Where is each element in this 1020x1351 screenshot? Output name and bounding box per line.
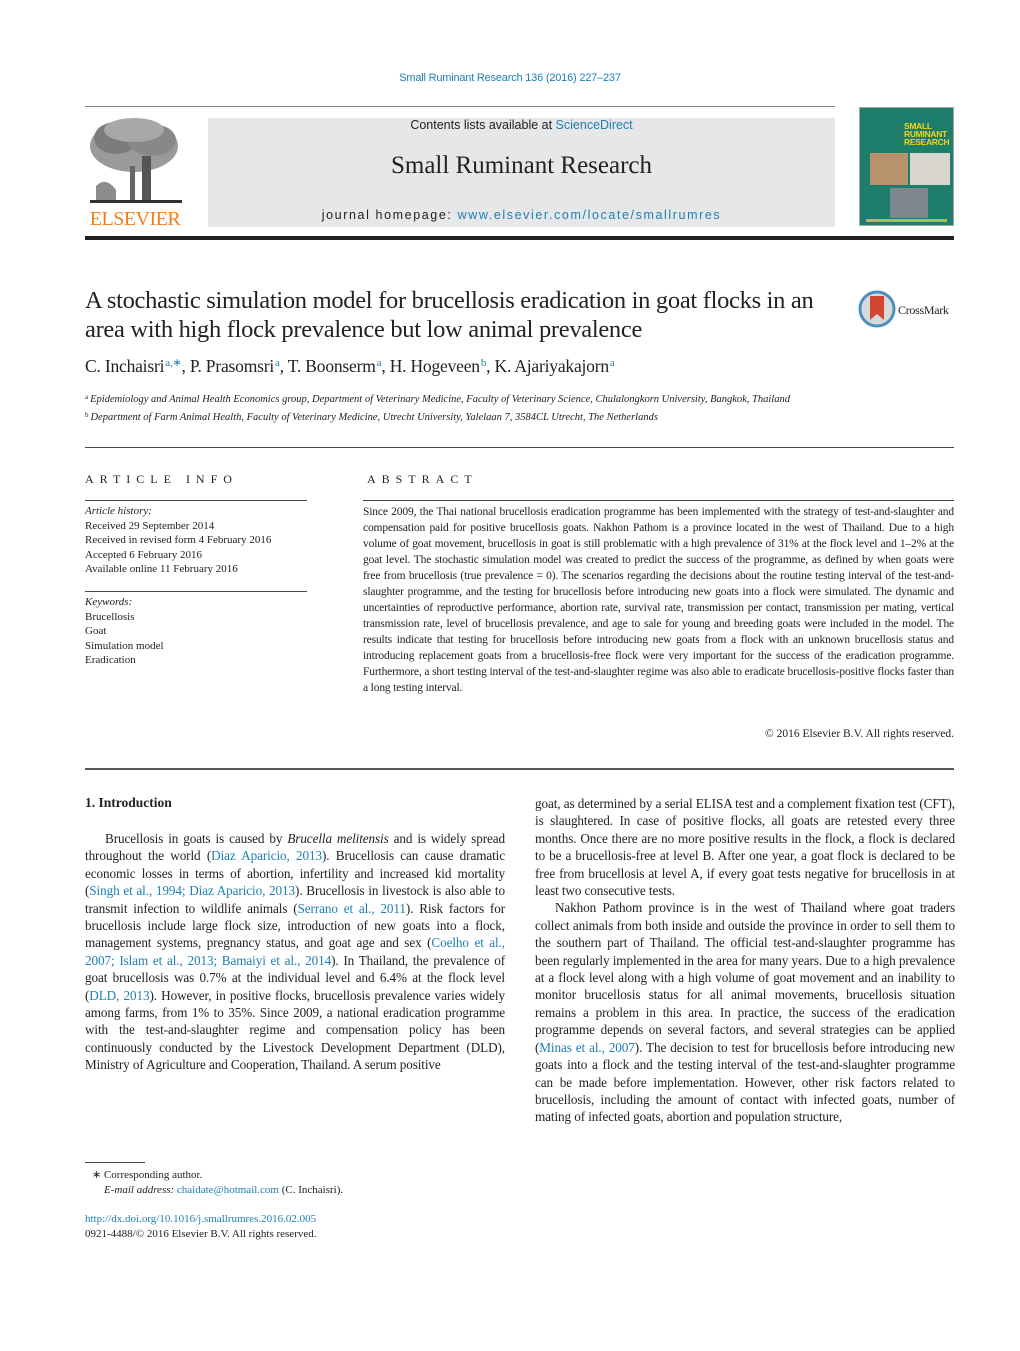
intro-paragraph-2: Nakhon Pathom province is in the west of… — [535, 899, 955, 1125]
cover-animals-photo — [890, 188, 928, 218]
species-name: Brucella melitensis — [287, 831, 389, 846]
journal-homepage-link[interactable]: www.elsevier.com/locate/smallrumres — [458, 208, 722, 222]
author-name: T. Boonserm — [287, 356, 376, 376]
body-rule — [85, 768, 954, 770]
body-text: Brucellosis in goats is caused by — [105, 831, 288, 846]
email-suffix: (C. Inchaisri). — [279, 1183, 344, 1196]
author-affiliation-mark[interactable]: a,∗ — [165, 357, 181, 369]
sciencedirect-link[interactable]: ScienceDirect — [556, 118, 633, 132]
affiliation-mark: b — [85, 410, 89, 419]
corresponding-author-label: ∗ Corresponding author. — [92, 1169, 203, 1181]
title-block-rule — [85, 447, 954, 448]
article-title: A stochastic simulation model for brucel… — [85, 287, 814, 343]
cover-footer-strip — [866, 219, 947, 222]
email-link[interactable]: chaidate@hotmail.com — [177, 1184, 279, 1196]
elsevier-tree-icon — [86, 116, 184, 208]
keywords: Keywords: Brucellosis Goat Simulation mo… — [85, 595, 315, 668]
history-item: Received in revised form 4 February 2016 — [85, 534, 272, 546]
crossmark-badge[interactable]: CrossMark — [858, 290, 958, 330]
article-history: Article history: Received 29 September 2… — [85, 504, 315, 577]
author-name: C. Inchaisri — [85, 356, 165, 376]
history-item: Available online 11 February 2016 — [85, 563, 238, 575]
affiliations: a Epidemiology and Animal Health Economic… — [85, 390, 845, 425]
intro-paragraph-1-continued: goat, as determined by a serial ELISA te… — [535, 796, 955, 899]
keyword-item: Simulation model — [85, 639, 164, 652]
author-name: H. Hogeveen — [389, 356, 480, 376]
crossmark-label: CrossMark — [898, 303, 949, 317]
author[interactable]: P. Prasomsria — [190, 356, 280, 376]
journal-citation-link[interactable]: Small Ruminant Research 136 (2016) 227–2… — [0, 72, 1020, 84]
affiliation-item: a Epidemiology and Animal Health Economic… — [85, 390, 845, 408]
issn-copyright: 0921-4488/© 2016 Elsevier B.V. All right… — [85, 1227, 317, 1240]
article-history-label: Article history: — [85, 505, 152, 517]
article-info-rule — [85, 500, 307, 501]
journal-homepage-line: journal homepage: www.elsevier.com/locat… — [208, 208, 835, 222]
affiliation-item: b Department of Farm Animal Health, Facul… — [85, 408, 845, 426]
doi-block: http://dx.doi.org/10.1016/j.smallrumres.… — [85, 1212, 317, 1241]
doi-link[interactable]: http://dx.doi.org/10.1016/j.smallrumres.… — [85, 1212, 317, 1227]
author-name: P. Prasomsri — [189, 356, 275, 376]
article-info-heading: ARTICLE INFO — [85, 472, 238, 486]
abstract-rule — [363, 500, 954, 501]
cover-goat-photo — [870, 153, 908, 185]
abstract-heading: ABSTRACT — [367, 472, 478, 486]
elsevier-logo[interactable]: ELSEVIER — [84, 116, 186, 230]
cover-sheep-photo — [910, 153, 950, 185]
citation-link[interactable]: Singh et al., 1994; Diaz Aparicio, 2013 — [89, 883, 295, 898]
contents-prefix: Contents lists available at — [410, 118, 556, 132]
intro-paragraph-1: Brucellosis in goats is caused by Brucel… — [85, 830, 505, 1074]
affiliation-text: Epidemiology and Animal Health Economics… — [90, 394, 790, 405]
journal-cover-thumbnail[interactable]: SMALL RUMINANT RESEARCH — [859, 107, 954, 226]
footnote-rule — [85, 1162, 145, 1163]
elsevier-wordmark: ELSEVIER — [89, 208, 181, 230]
abstract-copyright: © 2016 Elsevier B.V. All rights reserved… — [765, 728, 954, 740]
header-thick-rule — [85, 236, 954, 240]
keywords-rule — [85, 591, 307, 592]
email-line: E-mail address: chaidate@hotmail.com (C.… — [92, 1183, 343, 1198]
body-text: Nakhon Pathom province is in the west of… — [535, 900, 955, 1055]
citation-link[interactable]: Diaz Aparicio, 2013 — [211, 848, 322, 863]
author[interactable]: H. Hogeveenb — [389, 356, 487, 376]
author-affiliation-mark[interactable]: a — [275, 357, 280, 369]
history-item: Received 29 September 2014 — [85, 519, 215, 532]
author[interactable]: T. Boonserma — [288, 356, 382, 376]
author-affiliation-mark[interactable]: a — [377, 357, 382, 369]
homepage-prefix: journal homepage: — [321, 208, 458, 222]
corresponding-author-footnote: ∗ Corresponding author. E-mail address: … — [92, 1168, 343, 1197]
author-list: C. Inchaisria,∗, P. Prasomsria, T. Boons… — [85, 356, 615, 376]
citation-link[interactable]: Serrano et al., 2011 — [298, 901, 406, 916]
email-label: E-mail address: — [104, 1183, 177, 1196]
header-rule — [85, 106, 835, 107]
citation-link[interactable]: Minas et al., 2007 — [539, 1040, 635, 1055]
body-left-column: Brucellosis in goats is caused by Brucel… — [85, 830, 505, 1074]
journal-banner: Contents lists available at ScienceDirec… — [208, 118, 835, 227]
author[interactable]: C. Inchaisria,∗ — [85, 356, 182, 376]
body-right-column: goat, as determined by a serial ELISA te… — [535, 795, 955, 1126]
cover-title: SMALL RUMINANT RESEARCH — [904, 122, 950, 147]
author-affiliation-mark[interactable]: a — [610, 357, 615, 369]
contents-available-line: Contents lists available at ScienceDirec… — [208, 118, 835, 132]
citation-link[interactable]: DLD, 2013 — [89, 988, 149, 1003]
keyword-item: Goat — [85, 625, 107, 637]
keyword-item: Brucellosis — [85, 610, 135, 623]
cover-title-line: RESEARCH — [904, 137, 950, 147]
history-item: Accepted 6 February 2016 — [85, 548, 202, 561]
keywords-label: Keywords: — [85, 596, 133, 608]
crossmark-icon — [858, 290, 896, 328]
affiliation-mark: a — [85, 393, 89, 401]
journal-name: Small Ruminant Research — [390, 152, 653, 179]
abstract-text: Since 2009, the Thai national brucellosi… — [363, 506, 954, 694]
affiliation-text: Department of Farm Animal Health, Facult… — [90, 411, 658, 423]
section-heading-introduction: 1. Introduction — [85, 795, 172, 810]
author-name: K. Ajariyakajorn — [494, 356, 610, 376]
keyword-item: Eradication — [85, 654, 136, 666]
author[interactable]: K. Ajariyakajorna — [495, 356, 615, 376]
author-affiliation-mark[interactable]: b — [481, 357, 487, 369]
